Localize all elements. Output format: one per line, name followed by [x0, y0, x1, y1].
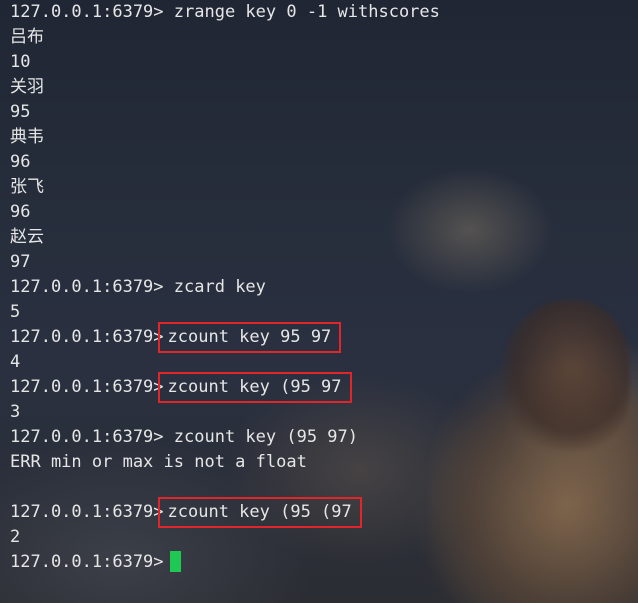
output-text: 关羽 [10, 77, 44, 97]
output-line: 5 [10, 300, 440, 325]
command-text: zcard key [173, 277, 266, 297]
output-line: 3 [10, 400, 440, 425]
command-line: 127.0.0.1:6379> zcount key 95 97 [10, 322, 440, 353]
terminal-output: 127.0.0.1:6379> zrange key 0 -1 withscor… [10, 0, 440, 575]
output-line: 10 [10, 50, 440, 75]
output-line: 97 [10, 250, 440, 275]
output-line: 关羽 [10, 75, 440, 100]
command-text: zcount key (95 97) [173, 427, 359, 447]
highlighted-command: zcount key 95 97 [157, 322, 342, 353]
prompt: 127.0.0.1:6379> [10, 377, 164, 397]
output-text: 5 [10, 302, 21, 322]
output-line: 赵云 [10, 225, 440, 250]
command-line: 127.0.0.1:6379> zcard key [10, 275, 440, 300]
output-text: 3 [10, 402, 21, 422]
command-line: 127.0.0.1:6379> [10, 550, 440, 575]
output-line: 张飞 [10, 175, 440, 200]
prompt: 127.0.0.1:6379> [10, 277, 164, 297]
output-text: 赵云 [10, 227, 44, 247]
output-line: 2 [10, 525, 440, 550]
output-line: ERR min or max is not a float [10, 450, 440, 475]
output-line: 4 [10, 350, 440, 375]
command-line: 127.0.0.1:6379> zcount key (95 97) [10, 425, 440, 450]
output-line: 96 [10, 200, 440, 225]
command-text: zrange key 0 -1 withscores [173, 2, 440, 22]
output-text: 4 [10, 352, 21, 372]
output-text: 典韦 [10, 127, 44, 147]
cursor-block[interactable] [169, 551, 181, 572]
command-line: 127.0.0.1:6379> zrange key 0 -1 withscor… [10, 0, 440, 25]
output-text: 96 [10, 152, 31, 172]
output-text: 96 [10, 202, 31, 222]
prompt: 127.0.0.1:6379> [10, 552, 164, 572]
output-text: ERR min or max is not a float [10, 452, 307, 472]
output-line: 典韦 [10, 125, 440, 150]
output-line: 吕布 [10, 25, 440, 50]
prompt: 127.0.0.1:6379> [10, 2, 164, 22]
highlighted-command: zcount key (95 97 [157, 372, 352, 403]
output-text: 张飞 [10, 177, 44, 197]
command-line: 127.0.0.1:6379> zcount key (95 97 [10, 372, 440, 403]
highlighted-command: zcount key (95 (97 [157, 497, 362, 528]
command-line: 127.0.0.1:6379> zcount key (95 (97 [10, 497, 440, 528]
output-text: 2 [10, 527, 21, 547]
prompt: 127.0.0.1:6379> [10, 427, 164, 447]
prompt: 127.0.0.1:6379> [10, 327, 164, 347]
output-line: 96 [10, 150, 440, 175]
prompt: 127.0.0.1:6379> [10, 502, 164, 522]
output-line: 95 [10, 100, 440, 125]
output-text: 95 [10, 102, 31, 122]
terminal-window[interactable]: 127.0.0.1:6379> zrange key 0 -1 withscor… [0, 0, 638, 603]
background-cat-ear [500, 300, 630, 450]
output-text: 10 [10, 52, 31, 72]
output-text: 吕布 [10, 27, 44, 47]
output-text: 97 [10, 252, 31, 272]
